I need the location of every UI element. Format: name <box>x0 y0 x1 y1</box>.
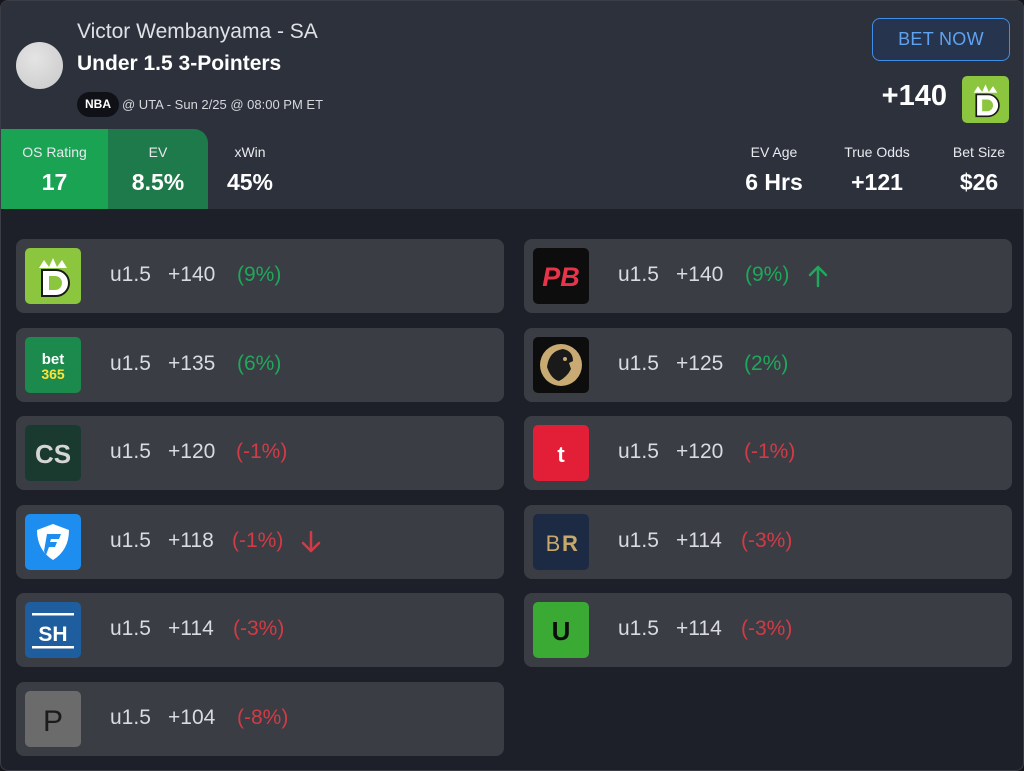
line-value: u1.5 <box>618 617 659 640</box>
superbook-logo-text: SH <box>38 623 67 646</box>
ev-percent: (9%) <box>237 263 282 286</box>
line-value: u1.5 <box>110 440 151 463</box>
league-badge: NBA <box>77 92 119 117</box>
book-row-betmgm[interactable]: u1.5 +125 (2%) <box>524 328 1012 402</box>
line-value: u1.5 <box>618 529 659 552</box>
bet-now-button[interactable]: BET NOW <box>872 18 1010 61</box>
book-row-tipico[interactable]: t u1.5 +120 (-1%) <box>524 416 1012 490</box>
odds-value: +114 <box>676 529 722 552</box>
player-avatar <box>16 42 63 89</box>
xwin-value: 45% <box>226 169 274 195</box>
caesars-logo-text: CS <box>35 439 71 469</box>
book-row-unibet[interactable]: U u1.5 +114 (-3%) <box>524 593 1012 667</box>
os-rating-stat: OS Rating 17 <box>1 129 108 209</box>
ev-stat: EV 8.5% <box>108 129 208 209</box>
bet-card: Victor Wembanyama - SA Under 1.5 3-Point… <box>0 0 1024 771</box>
ev-age-stat: EV Age 6 Hrs <box>731 129 817 209</box>
line-value: u1.5 <box>110 352 151 375</box>
book-row-draftkings[interactable]: u1.5 +140 (9%) <box>16 239 504 313</box>
true-odds-value: +121 <box>851 169 903 195</box>
ev-percent: (-1%) <box>744 440 796 463</box>
odds-value: +125 <box>676 352 724 375</box>
game-info: @ UTA - Sun 2/25 @ 08:00 PM ET <box>122 97 324 112</box>
player-name: Victor Wembanyama - SA <box>77 20 318 43</box>
bet-size-stat: Bet Size $26 <box>939 129 1019 209</box>
unibet-logo-icon: U <box>533 602 589 658</box>
ev-label: EV <box>148 144 168 160</box>
book-row-bet365[interactable]: bet 365 u1.5 +135 (6%) <box>16 328 504 402</box>
superbook-logo-icon: SH <box>25 602 81 658</box>
arrow-down-icon <box>301 530 321 553</box>
betrivers-logo-b: B <box>546 531 561 556</box>
true-odds-stat: True Odds +121 <box>829 129 925 209</box>
book-row-betrivers[interactable]: B R u1.5 +114 (-3%) <box>524 505 1012 579</box>
odds-value: +104 <box>168 706 216 729</box>
pinnacle-logo-text: P <box>43 705 63 738</box>
bet-size-label: Bet Size <box>952 144 1006 160</box>
ev-age-label: EV Age <box>750 144 798 160</box>
line-value: u1.5 <box>110 529 151 552</box>
arrow-up-icon <box>808 265 828 288</box>
caesars-logo-icon: CS <box>25 425 81 481</box>
odds-value: +140 <box>168 263 216 286</box>
fanduel-logo-icon <box>25 514 81 570</box>
draftkings-logo-icon[interactable] <box>962 76 1009 123</box>
book-row-pinnacle[interactable]: P u1.5 +104 (-8%) <box>16 682 504 756</box>
book-row-caesars[interactable]: CS u1.5 +120 (-1%) <box>16 416 504 490</box>
betrivers-logo-icon: B R <box>533 514 589 570</box>
draftkings-logo-icon <box>25 248 81 304</box>
ev-percent: (2%) <box>744 352 789 375</box>
odds-value: +120 <box>676 440 724 463</box>
odds-value: +120 <box>168 440 216 463</box>
market-title: Under 1.5 3-Pointers <box>77 52 282 75</box>
ev-percent: (-1%) <box>236 440 288 463</box>
ev-percent: (-8%) <box>237 706 289 729</box>
line-value: u1.5 <box>618 263 659 286</box>
os-rating-label: OS Rating <box>22 144 87 160</box>
odds-value: +114 <box>168 617 214 640</box>
betrivers-logo-r: R <box>562 531 578 556</box>
true-odds-label: True Odds <box>844 144 910 160</box>
ev-percent: (9%) <box>745 263 790 286</box>
os-rating-value: 17 <box>41 169 68 195</box>
ev-value: 8.5% <box>131 169 185 195</box>
book-row-fanduel[interactable]: u1.5 +118 (-1%) <box>16 505 504 579</box>
ev-percent: (6%) <box>237 352 282 375</box>
unibet-logo-text: U <box>552 616 571 646</box>
odds-value: +135 <box>168 352 216 375</box>
book-row-pointsbet[interactable]: PB u1.5 +140 (9%) <box>524 239 1012 313</box>
pointsbet-logo-icon: PB <box>533 248 589 304</box>
line-value: u1.5 <box>618 440 659 463</box>
best-odds: +140 <box>881 80 947 112</box>
line-value: u1.5 <box>110 263 151 286</box>
xwin-label: xWin <box>234 144 266 160</box>
ev-percent: (-3%) <box>233 617 285 640</box>
pinnacle-logo-icon: P <box>25 691 81 747</box>
odds-value: +118 <box>168 529 214 552</box>
pointsbet-logo-text: PB <box>542 262 580 292</box>
betmgm-lion-logo-icon <box>533 337 589 393</box>
tipico-logo-icon: t <box>533 425 589 481</box>
line-value: u1.5 <box>618 352 659 375</box>
odds-value: +140 <box>676 263 724 286</box>
odds-value: +114 <box>676 617 722 640</box>
bet365-logo-bottom: 365 <box>41 366 65 382</box>
ev-percent: (-3%) <box>741 529 793 552</box>
ev-percent: (-1%) <box>232 529 284 552</box>
bet365-logo-icon: bet 365 <box>25 337 81 393</box>
xwin-stat: xWin 45% <box>208 129 292 209</box>
bet-size-value: $26 <box>959 169 999 195</box>
book-row-superbook[interactable]: SH u1.5 +114 (-3%) <box>16 593 504 667</box>
ev-percent: (-3%) <box>741 617 793 640</box>
ev-age-value: 6 Hrs <box>745 169 803 195</box>
tipico-logo-text: t <box>557 442 565 467</box>
line-value: u1.5 <box>110 617 151 640</box>
line-value: u1.5 <box>110 706 151 729</box>
